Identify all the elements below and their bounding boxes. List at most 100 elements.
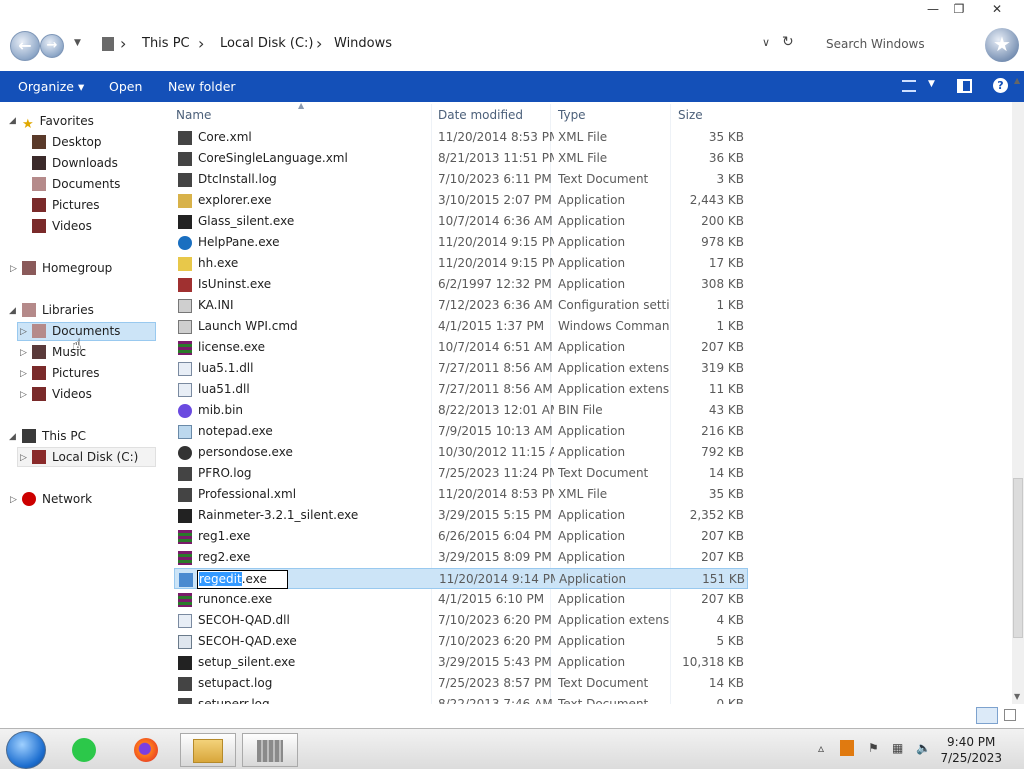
file-row[interactable]: Core.xml 11/20/2014 8:53 PM XML File 35 KB — [174, 127, 748, 148]
address-dropdown-icon[interactable]: ∨ — [762, 36, 770, 49]
view-options-icon[interactable] — [902, 80, 916, 92]
nav-downloads[interactable]: Downloads — [32, 154, 118, 173]
taskbar-notes-app[interactable] — [56, 733, 112, 767]
nav-videos[interactable]: Videos — [32, 217, 92, 236]
file-row[interactable]: Rainmeter-3.2.1_silent.exe 3/29/2015 5:15… — [174, 505, 748, 526]
restore-button[interactable]: ❐ — [946, 1, 972, 17]
column-header-name[interactable]: Name — [176, 108, 211, 122]
help-icon[interactable]: ? — [993, 78, 1008, 93]
nav-lib-videos[interactable]: Videos — [32, 385, 92, 404]
file-row[interactable]: persondose.exe 10/30/2012 11:15 AM Applica… — [174, 442, 748, 463]
large-icons-view-icon[interactable] — [1004, 709, 1016, 721]
scrollbar-thumb[interactable] — [1013, 478, 1023, 638]
breadcrumb-local-disk[interactable]: Local Disk (C:) — [220, 36, 313, 51]
expand-music-icon[interactable]: ▷ — [20, 348, 27, 358]
file-row[interactable]: reg2.exe 3/29/2015 8:09 PM Application 207 … — [174, 547, 748, 568]
nav-local-disk[interactable]: Local Disk (C:) — [32, 448, 138, 467]
vertical-scrollbar[interactable]: ▲ ▼ — [1012, 76, 1024, 704]
collapse-this-pc-icon[interactable]: ◢ — [9, 432, 16, 442]
expand-local-disk-icon[interactable]: ▷ — [20, 453, 27, 463]
preview-pane-icon[interactable] — [957, 79, 972, 93]
star-icon[interactable]: ★ — [985, 28, 1019, 62]
nav-favorites[interactable]: ★ Favorites — [22, 112, 94, 132]
breadcrumb-this-pc[interactable]: This PC — [142, 36, 190, 51]
file-row[interactable]: Glass_silent.exe 10/7/2014 6:36 AM Applica… — [174, 211, 748, 232]
file-row[interactable]: PFRO.log 7/25/2023 11:24 PM Text Document 1… — [174, 463, 748, 484]
file-row[interactable]: KA.INI 7/12/2023 6:36 AM Configuration set… — [174, 295, 748, 316]
file-row[interactable]: explorer.exe 3/10/2015 2:07 PM Application… — [174, 190, 748, 211]
file-row[interactable]: Launch WPI.cmd 4/1/2015 1:37 PM Windows Co… — [174, 316, 748, 337]
file-row[interactable]: SECOH-QAD.dll 7/10/2023 6:20 PM Applicatio… — [174, 610, 748, 631]
file-row[interactable]: Professional.xml 11/20/2014 8:53 PM XML Fi… — [174, 484, 748, 505]
view-dropdown-icon[interactable]: ▼ — [928, 79, 935, 89]
open-button[interactable]: Open — [109, 79, 142, 94]
file-row[interactable]: DtcInstall.log 7/10/2023 6:11 PM Text Docu… — [174, 169, 748, 190]
expand-network-icon[interactable]: ▷ — [10, 495, 17, 505]
flag-icon[interactable]: ⚑ — [868, 741, 879, 755]
expand-documents-icon[interactable]: ▷ — [20, 327, 27, 337]
file-row[interactable]: setup_silent.exe 3/29/2015 5:43 PM Applica… — [174, 652, 748, 673]
start-button[interactable] — [6, 731, 46, 769]
nav-pictures[interactable]: Pictures — [32, 196, 100, 215]
file-row[interactable]: IsUninst.exe 6/2/1997 12:32 PM Application… — [174, 274, 748, 295]
file-row[interactable]: CoreSingleLanguage.xml 8/21/2013 11:51 PM… — [174, 148, 748, 169]
minimize-button[interactable]: — — [920, 1, 946, 17]
file-row[interactable]: hh.exe 11/20/2014 9:15 PM Application 17 KB — [174, 253, 748, 274]
chevron-right-icon[interactable]: › — [198, 34, 204, 53]
file-type: Application — [558, 529, 626, 543]
taskbar-firefox[interactable] — [118, 733, 174, 767]
show-hidden-icons[interactable]: ▵ — [818, 741, 824, 755]
column-header-date[interactable]: Date modified — [438, 108, 523, 122]
forward-button[interactable]: → — [40, 34, 64, 58]
organize-button[interactable]: Organize ▾ — [18, 79, 84, 94]
nav-lib-pictures[interactable]: Pictures — [32, 364, 100, 383]
expand-videos-icon[interactable]: ▷ — [20, 390, 27, 400]
clock[interactable]: 9:40 PM 7/25/2023 — [940, 734, 1002, 766]
file-size: 1 KB — [716, 319, 744, 333]
file-row[interactable]: SECOH-QAD.exe 7/10/2023 6:20 PM Applicatio… — [174, 631, 748, 652]
file-type: Application — [558, 256, 626, 270]
collapse-favorites-icon[interactable]: ◢ — [9, 116, 16, 126]
file-row[interactable]: HelpPane.exe 11/20/2014 9:15 PM Applicatio… — [174, 232, 748, 253]
column-header-type[interactable]: Type — [558, 108, 586, 122]
file-row[interactable]: lua51.dll 7/27/2011 8:56 AM Application ex… — [174, 379, 748, 400]
nav-this-pc[interactable]: This PC — [22, 427, 86, 446]
scroll-up-icon[interactable]: ▲ — [1014, 76, 1020, 85]
nav-documents[interactable]: Documents — [32, 175, 120, 194]
back-button[interactable]: ← — [10, 31, 40, 61]
refresh-icon[interactable]: ↻ — [782, 34, 794, 50]
expand-pictures-icon[interactable]: ▷ — [20, 369, 27, 379]
tray-app-icon[interactable] — [840, 740, 854, 756]
breadcrumb-windows[interactable]: Windows — [334, 36, 392, 51]
new-folder-button[interactable]: New folder — [168, 79, 236, 94]
column-header-size[interactable]: Size — [678, 108, 703, 122]
scroll-down-icon[interactable]: ▼ — [1014, 692, 1020, 701]
file-row[interactable]: mib.bin 8/22/2013 12:01 AM BIN File 43 KB — [174, 400, 748, 421]
close-button[interactable]: ✕ — [984, 1, 1010, 17]
nav-desktop[interactable]: Desktop — [32, 133, 102, 152]
file-row[interactable]: lua5.1.dll 7/27/2011 8:56 AM Application e… — [174, 358, 748, 379]
file-row[interactable]: setupact.log 7/25/2023 8:57 PM Text Docume… — [174, 673, 748, 694]
volume-icon[interactable]: 🔈 — [916, 741, 931, 755]
taskbar-program[interactable] — [242, 733, 298, 767]
collapse-libraries-icon[interactable]: ◢ — [9, 306, 16, 316]
file-row[interactable]: reg1.exe 6/26/2015 6:04 PM Application 207 … — [174, 526, 748, 547]
chevron-right-icon[interactable]: › — [316, 34, 322, 53]
recent-locations-icon[interactable]: ▼ — [74, 38, 81, 48]
file-row[interactable]: license.exe 10/7/2014 6:51 AM Application 2… — [174, 337, 748, 358]
chevron-right-icon[interactable]: › — [120, 34, 126, 53]
nav-network[interactable]: Network — [22, 490, 92, 509]
file-row[interactable]: setuperr.log 8/22/2013 7:46 AM Text Docume… — [174, 694, 748, 704]
network-tray-icon[interactable]: ▦ — [892, 741, 903, 755]
file-row[interactable]: notepad.exe 7/9/2015 10:13 AM Application 2… — [174, 421, 748, 442]
taskbar-file-explorer[interactable] — [180, 733, 236, 767]
nav-homegroup[interactable]: Homegroup — [22, 259, 112, 278]
nav-libraries[interactable]: Libraries — [22, 301, 94, 320]
file-name: mib.bin — [198, 403, 244, 417]
details-view-icon[interactable] — [976, 707, 998, 724]
search-input[interactable]: Search Windows — [814, 32, 986, 56]
rename-input[interactable]: regedit.exe — [197, 570, 288, 589]
expand-homegroup-icon[interactable]: ▷ — [10, 264, 17, 274]
file-row-selected[interactable]: regedit.exe 11/20/2014 9:14 PM Application… — [174, 568, 748, 589]
file-row[interactable]: runonce.exe 4/1/2015 6:10 PM Application 20… — [174, 589, 748, 610]
